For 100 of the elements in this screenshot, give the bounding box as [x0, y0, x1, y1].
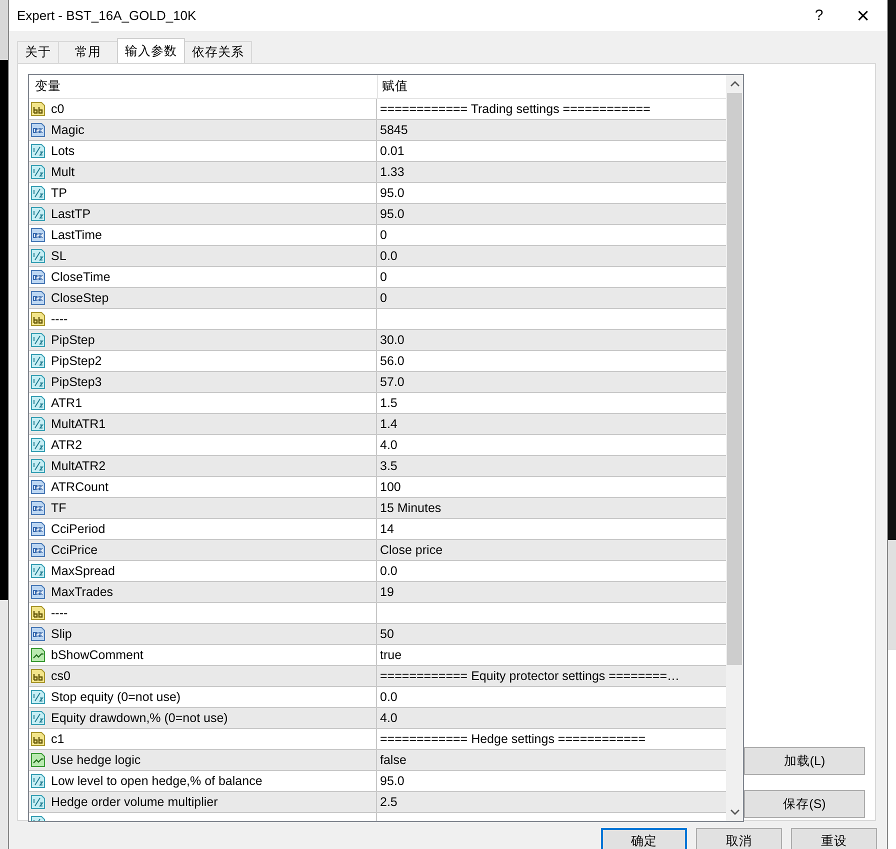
help-button[interactable]: ?: [797, 0, 841, 31]
fraction-type-icon: [30, 332, 46, 348]
parameter-value[interactable]: 3.5: [380, 459, 398, 473]
parameter-value[interactable]: Close price: [380, 543, 443, 557]
fraction-type-icon: [30, 185, 46, 201]
parameter-value[interactable]: 2.5: [380, 795, 398, 809]
fraction-type-icon: [30, 710, 46, 726]
parameter-name: Stop equity (0=not use): [51, 690, 181, 704]
window-title: Expert - BST_16A_GOLD_10K: [17, 8, 198, 23]
fraction-type-icon: [30, 563, 46, 579]
parameter-value[interactable]: 57.0: [380, 375, 404, 389]
parameter-value[interactable]: 0: [380, 228, 387, 242]
parameter-name: TF: [51, 501, 66, 515]
parameter-name: c0: [51, 102, 64, 116]
parameter-name: ATR1: [51, 396, 82, 410]
parameter-name: MultATR2: [51, 459, 106, 473]
parameter-value[interactable]: 95.0: [380, 774, 404, 788]
fraction-type-icon: [30, 353, 46, 369]
integer-type-icon: [30, 542, 46, 558]
parameter-name: SL: [51, 249, 66, 263]
parameter-value[interactable]: 15 Minutes: [380, 501, 442, 515]
fraction-type-icon: [30, 773, 46, 789]
tab[interactable]: 依存关系: [184, 41, 252, 63]
parameter-name: bShowComment: [51, 648, 144, 662]
parameter-name: Mult: [51, 165, 75, 179]
fraction-type-icon: [30, 458, 46, 474]
column-header[interactable]: 赋值: [378, 75, 726, 98]
parameter-value[interactable]: 0.0: [380, 690, 398, 704]
parameter-value[interactable]: 0: [380, 270, 387, 284]
parameter-value[interactable]: 95.0: [380, 186, 404, 200]
fraction-type-icon: [30, 164, 46, 180]
dialog-button[interactable]: 重设: [791, 828, 877, 849]
parameter-value[interactable]: 14: [380, 522, 394, 536]
parameter-value[interactable]: ============ Equity protector settings ========…: [380, 669, 680, 683]
parameter-value[interactable]: true: [380, 648, 402, 662]
parameter-name: TP: [51, 186, 67, 200]
integer-type-icon: [30, 290, 46, 306]
parameter-name: CloseTime: [51, 270, 110, 284]
parameter-value[interactable]: 0.01: [380, 144, 404, 158]
parameter-name: Low level to open hedge,% of balance: [51, 774, 262, 788]
side-button[interactable]: 加载(L): [744, 747, 865, 775]
parameter-value[interactable]: 50: [380, 627, 394, 641]
parameter-name: MultATR1: [51, 417, 106, 431]
parameter-name: Equity drawdown,% (0=not use): [51, 711, 228, 725]
parameter-value[interactable]: 56.0: [380, 354, 404, 368]
string-type-icon: [30, 731, 46, 747]
parameter-name: MaxSpread: [51, 564, 115, 578]
parameter-name: ATRCount: [51, 480, 108, 494]
dialog-button[interactable]: 取消: [696, 828, 782, 849]
tab[interactable]: 输入参数: [117, 38, 185, 63]
parameter-name: ATR2: [51, 438, 82, 452]
parameter-value[interactable]: ============ Trading settings ============: [380, 102, 650, 116]
parameter-name: CciPeriod: [51, 522, 106, 536]
scrollbar[interactable]: [726, 75, 743, 821]
fraction-type-icon: [30, 437, 46, 453]
parameter-value[interactable]: 4.0: [380, 711, 398, 725]
parameter-name: PipStep: [51, 333, 95, 347]
tab[interactable]: 关于: [17, 41, 59, 63]
close-button[interactable]: ×: [841, 0, 885, 31]
parameter-value[interactable]: 95.0: [380, 207, 404, 221]
scroll-up-icon[interactable]: [730, 80, 740, 88]
parameter-value[interactable]: 1.5: [380, 396, 398, 410]
parameter-value[interactable]: 0.0: [380, 249, 398, 263]
parameter-value[interactable]: 100: [380, 480, 401, 494]
parameter-value[interactable]: ============ Hedge settings ============: [380, 732, 646, 746]
boolean-type-icon: [30, 752, 46, 768]
parameter-name: PipStep2: [51, 354, 102, 368]
fraction-type-icon: [30, 248, 46, 264]
parameter-name: LastTP: [51, 207, 91, 221]
fraction-type-icon: [30, 416, 46, 432]
parameter-name: ----: [51, 312, 68, 326]
parameter-value[interactable]: 5845: [380, 123, 408, 137]
fraction-type-icon: [30, 374, 46, 390]
parameter-value[interactable]: 19: [380, 585, 394, 599]
parameter-name: PipStep3: [51, 375, 102, 389]
parameter-value[interactable]: 30.0: [380, 333, 404, 347]
parameter-value[interactable]: 0: [380, 291, 387, 305]
column-header[interactable]: 变量: [29, 75, 378, 98]
string-type-icon: [30, 101, 46, 117]
fraction-type-icon: [30, 689, 46, 705]
integer-type-icon: [30, 626, 46, 642]
parameter-value[interactable]: 1.33: [380, 165, 404, 179]
parameter-value[interactable]: 1.4: [380, 417, 398, 431]
parameter-value[interactable]: 4.0: [380, 438, 398, 452]
integer-type-icon: [30, 500, 46, 516]
dialog-button[interactable]: 确定: [601, 828, 687, 849]
string-type-icon: [30, 311, 46, 327]
parameter-name: Slip: [51, 627, 72, 641]
parameter-name: LastTime: [51, 228, 102, 242]
parameter-name: MaxTrades: [51, 585, 114, 599]
string-type-icon: [30, 668, 46, 684]
fraction-type-icon: [30, 143, 46, 159]
scroll-down-icon[interactable]: [730, 808, 740, 816]
integer-type-icon: [30, 584, 46, 600]
side-button[interactable]: 保存(S): [744, 790, 865, 818]
parameter-name: ----: [51, 606, 68, 620]
parameter-value[interactable]: false: [380, 753, 406, 767]
fraction-type-icon: [30, 395, 46, 411]
parameter-value[interactable]: 0.0: [380, 564, 398, 578]
integer-type-icon: [30, 122, 46, 138]
